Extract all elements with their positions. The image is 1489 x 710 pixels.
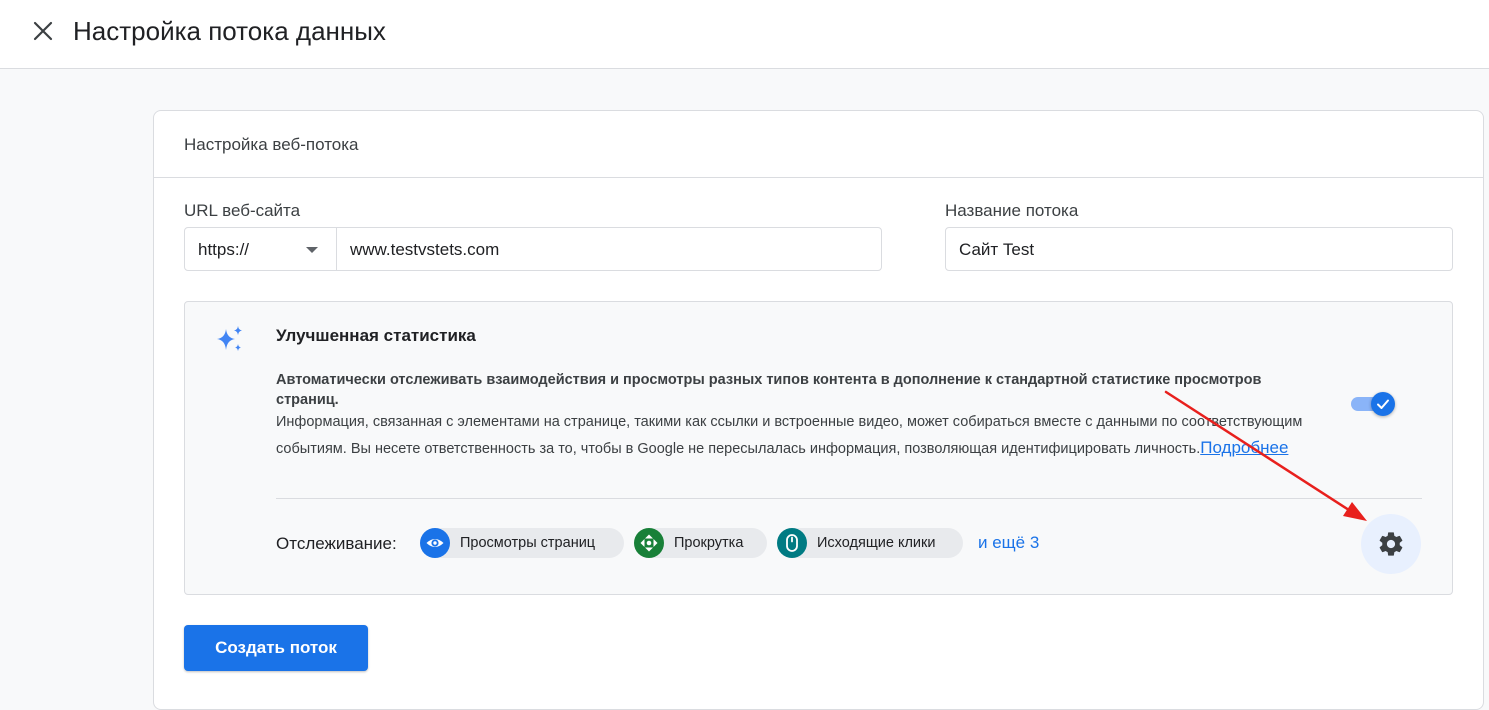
section-divider (276, 498, 1422, 499)
stream-name-label: Название потока (945, 201, 1079, 220)
eye-icon (426, 539, 444, 547)
enhanced-measurement-description: Информация, связанная с элементами на ст… (276, 410, 1366, 462)
toggle-thumb (1371, 392, 1395, 416)
close-button[interactable] (28, 16, 58, 46)
protocol-select[interactable]: https:// (185, 228, 337, 270)
chip-outbound-clicks: Исходящие клики (777, 528, 963, 558)
gear-icon (1379, 532, 1403, 556)
mouse-icon (786, 534, 798, 552)
enhanced-measurement-summary: Автоматически отслеживать взаимодействия… (276, 372, 1262, 408)
top-bar: Настройка потока данных (0, 0, 1489, 69)
scroll-arrows-icon (640, 534, 658, 552)
stream-name-value: Сайт Test (959, 240, 1035, 259)
web-stream-setup-card: Настройка веб-потока URL веб-сайта https… (153, 110, 1484, 710)
url-field-label: URL веб-сайта (184, 201, 301, 220)
chip-icon-circle (634, 528, 664, 558)
enhanced-settings-button[interactable] (1361, 514, 1421, 574)
url-input-group: https:// www.testvstets.com (184, 227, 882, 271)
more-events-link[interactable]: и ещё 3 (978, 533, 1039, 553)
description-text: Информация, связанная с элементами на ст… (276, 414, 1303, 457)
chip-icon-circle (777, 528, 807, 558)
chip-page-views: Просмотры страниц (420, 528, 624, 558)
enhanced-measurement-title: Улучшенная статистика (276, 326, 476, 345)
check-icon (1377, 399, 1389, 409)
card-title: Настройка веб-потока (184, 135, 359, 154)
tracking-label: Отслеживание: (276, 534, 397, 553)
stream-name-input[interactable]: Сайт Test (945, 227, 1453, 271)
card-header: Настройка веб-потока (154, 111, 1483, 178)
chevron-down-icon (306, 247, 318, 253)
create-stream-button[interactable]: Создать поток (184, 625, 368, 671)
chip-label: Исходящие клики (817, 535, 936, 551)
learn-more-link[interactable]: Подробнее (1200, 438, 1288, 457)
chip-scroll: Прокрутка (634, 528, 767, 558)
sparkle-icon (217, 326, 242, 351)
close-icon (33, 21, 53, 41)
enhanced-measurement-section: Улучшенная статистика Автоматически отсл… (184, 301, 1453, 595)
chip-label: Прокрутка (674, 535, 744, 551)
enhanced-measurement-toggle[interactable] (1351, 392, 1399, 418)
chip-label: Просмотры страниц (460, 535, 596, 551)
url-input[interactable]: www.testvstets.com (350, 240, 499, 260)
chip-icon-circle (420, 528, 450, 558)
protocol-value: https:// (198, 240, 250, 259)
page-title: Настройка потока данных (73, 16, 386, 46)
